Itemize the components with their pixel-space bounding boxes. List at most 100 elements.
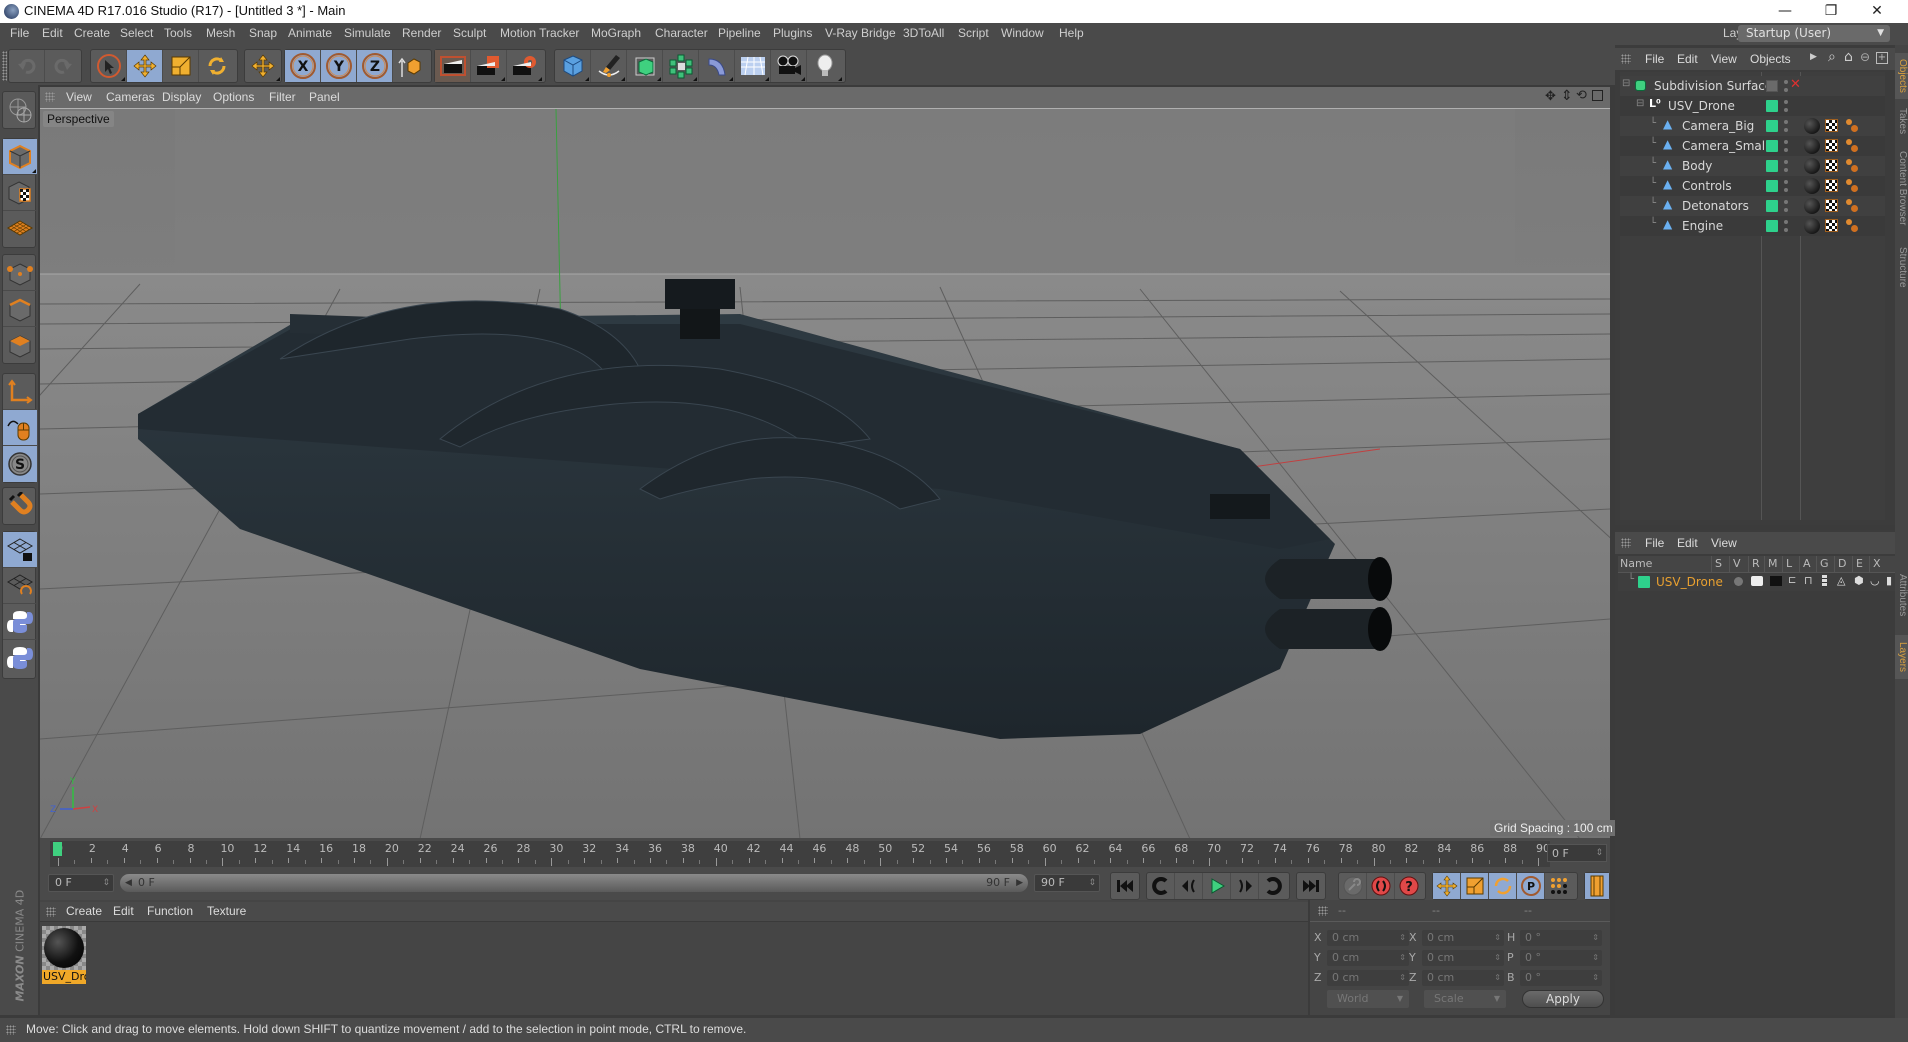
layer-animation-icon[interactable]: [1822, 575, 1827, 587]
layer-visible-icon[interactable]: [1751, 576, 1763, 586]
layer-color-swatch[interactable]: [1766, 100, 1778, 112]
viewport-menu-filter[interactable]: Filter: [269, 90, 296, 104]
visibility-dots-icon[interactable]: [1784, 120, 1788, 132]
workplane-lock-icon[interactable]: [3, 532, 37, 568]
toolbar-grip[interactable]: [2, 51, 7, 81]
spinner-icon[interactable]: ⇕: [1494, 930, 1501, 946]
new-window-icon[interactable]: +: [1876, 52, 1888, 64]
layer-color-swatch[interactable]: [1766, 120, 1778, 132]
cube-icon[interactable]: [555, 50, 591, 82]
menu-plugins[interactable]: Plugins: [773, 26, 812, 40]
coord-field[interactable]: 0 cm ⇕: [1422, 950, 1504, 966]
python-icon[interactable]: [3, 604, 37, 640]
snap-magnet-icon[interactable]: [3, 488, 37, 524]
scale-key-icon[interactable]: [1461, 873, 1489, 899]
layer-color-swatch[interactable]: [1766, 180, 1778, 192]
object-name[interactable]: Subdivision Surface: [1654, 79, 1772, 93]
coord-mode-dropdown[interactable]: Scale ▼: [1424, 990, 1506, 1008]
viewport-menu-view[interactable]: View: [66, 90, 92, 104]
menu-vray-bridge[interactable]: V-Ray Bridge: [825, 26, 896, 40]
material-menu-edit[interactable]: Edit: [113, 904, 134, 918]
viewport-grip[interactable]: [45, 92, 55, 102]
coord-space-dropdown[interactable]: World ▼: [1327, 990, 1409, 1008]
object-name[interactable]: Detonators: [1682, 199, 1749, 213]
menu-render[interactable]: Render: [402, 26, 441, 40]
menu-more-arrow-icon[interactable]: ▶: [1810, 52, 1817, 62]
viewport-menu-options[interactable]: Options: [213, 90, 254, 104]
coord-grip[interactable]: [1318, 906, 1328, 916]
selection-tag-icon[interactable]: [1846, 179, 1852, 185]
layer-deformers-icon[interactable]: ⬢: [1854, 574, 1864, 587]
layer-render-icon[interactable]: [1770, 576, 1782, 586]
3d-viewport[interactable]: Y X Z: [40, 108, 1610, 838]
disabled-x-icon[interactable]: ✕: [1790, 77, 1801, 92]
layer-column-name[interactable]: Name: [1620, 557, 1652, 570]
spinner-icon[interactable]: ⇕: [1399, 950, 1406, 966]
start-frame-field[interactable]: 0 F ⇕: [48, 874, 114, 892]
object-name[interactable]: Camera_Small: [1682, 139, 1768, 153]
menu-snap[interactable]: Snap: [249, 26, 277, 40]
layer-column-l[interactable]: L: [1786, 557, 1792, 570]
object-row[interactable]: ⊟ L⁰ USV_Drone: [1620, 96, 1885, 116]
coord-field[interactable]: 0 ° ⇕: [1520, 950, 1602, 966]
menu-help[interactable]: Help: [1059, 26, 1084, 40]
solo-icon[interactable]: S: [3, 446, 37, 482]
menu-3dtoall[interactable]: 3DToAll: [903, 26, 944, 40]
coord-field[interactable]: 0 cm ⇕: [1327, 950, 1409, 966]
uvw-tag-icon[interactable]: [1825, 179, 1838, 192]
camera-label[interactable]: Perspective: [43, 111, 114, 127]
tab-layers[interactable]: Layers: [1895, 635, 1908, 679]
playhead-marker[interactable]: [53, 842, 62, 856]
layer-menu-edit[interactable]: Edit: [1677, 536, 1698, 550]
object-menu-objects[interactable]: Objects: [1750, 52, 1791, 66]
record-active-objects-icon[interactable]: [1339, 873, 1367, 899]
layer-color-swatch[interactable]: [1766, 160, 1778, 172]
layer-name[interactable]: USV_Drone: [1656, 575, 1723, 589]
object-row[interactable]: └ ▲ Detonators: [1620, 196, 1885, 216]
live-selection-icon[interactable]: [91, 50, 127, 82]
restore-button[interactable]: ❐: [1808, 0, 1854, 23]
spinner-icon[interactable]: ⇕: [1595, 845, 1603, 862]
material-tag-icon[interactable]: [1804, 218, 1820, 234]
selection-tag-icon[interactable]: [1846, 139, 1852, 145]
material-tag-icon[interactable]: [1804, 178, 1820, 194]
tab-attributes[interactable]: Attributes: [1895, 565, 1908, 625]
model-mode-icon[interactable]: [3, 139, 37, 175]
play-icon[interactable]: [1203, 873, 1231, 899]
layer-column-x[interactable]: X: [1873, 557, 1881, 570]
menu-script[interactable]: Script: [958, 26, 989, 40]
rotate-icon[interactable]: [199, 50, 235, 82]
menu-mograph[interactable]: MoGraph: [591, 26, 641, 40]
cloner-icon[interactable]: [663, 50, 699, 82]
layer-menu-file[interactable]: File: [1645, 536, 1664, 550]
redo-icon[interactable]: [45, 50, 81, 82]
rotate-view-icon[interactable]: ⟲: [1576, 88, 1587, 103]
object-row[interactable]: └ ▲ Body: [1620, 156, 1885, 176]
uvw-tag-icon[interactable]: [1825, 139, 1838, 152]
viewport-menu-cameras[interactable]: Cameras: [106, 90, 155, 104]
eye-icon[interactable]: ⊖: [1860, 50, 1870, 64]
preview-range-slider[interactable]: ◀ 0 F 90 F ▶: [120, 874, 1028, 892]
viewport-menu-panel[interactable]: Panel: [309, 90, 340, 104]
layer-lock-icon[interactable]: ⊓: [1804, 574, 1813, 587]
spinner-icon[interactable]: ⇕: [1592, 970, 1599, 986]
current-frame-field[interactable]: 0 F ⇕: [1547, 844, 1607, 862]
edges-mode-icon[interactable]: [3, 291, 37, 327]
bend-deformer-icon[interactable]: [699, 50, 735, 82]
visibility-dots-icon[interactable]: [1784, 100, 1788, 112]
parameter-key-icon[interactable]: P: [1517, 873, 1545, 899]
axis-mode-icon[interactable]: [3, 374, 37, 410]
material-tag-icon[interactable]: [1804, 158, 1820, 174]
move-icon[interactable]: [245, 50, 281, 82]
object-name[interactable]: Controls: [1682, 179, 1732, 193]
visibility-dots-icon[interactable]: [1784, 180, 1788, 192]
layer-column-r[interactable]: R: [1752, 557, 1760, 570]
polygons-mode-icon[interactable]: [3, 327, 37, 363]
layer-column-d[interactable]: D: [1838, 557, 1846, 570]
spinner-icon[interactable]: ⇕: [1399, 970, 1406, 986]
layer-column-s[interactable]: S: [1715, 557, 1722, 570]
workplane-mode-icon[interactable]: [3, 211, 37, 247]
spinner-icon[interactable]: ⇕: [1494, 970, 1501, 986]
x-axis-lock-icon[interactable]: X: [285, 50, 321, 82]
spinner-icon[interactable]: ⇕: [1592, 930, 1599, 946]
